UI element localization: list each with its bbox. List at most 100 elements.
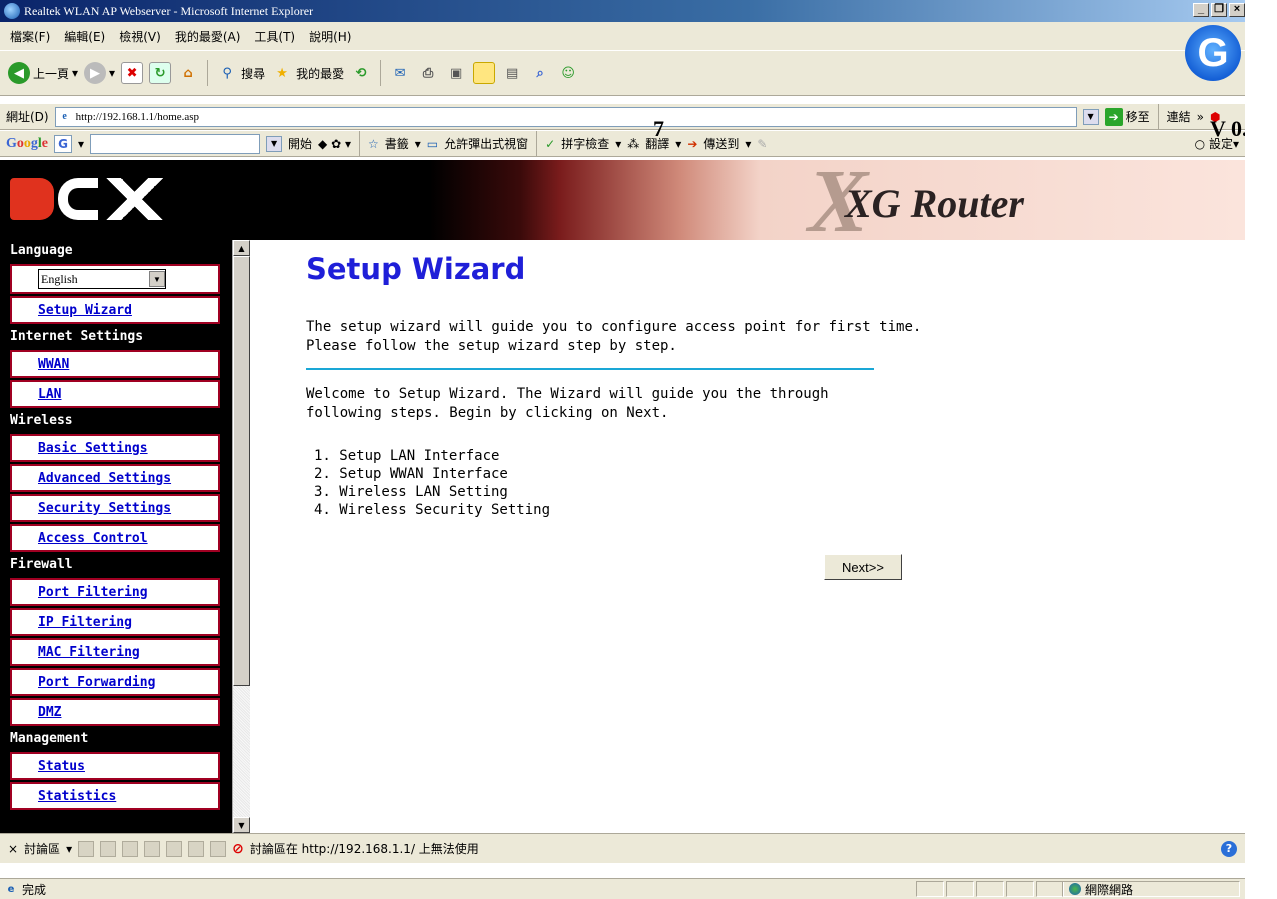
help-icon[interactable]: ? [1221,840,1237,857]
popup-blocker-button[interactable]: 允許彈出式視窗 [444,135,528,152]
google-logo: Google [6,135,48,151]
address-input[interactable]: e http://192.168.1.1/home.asp [54,106,1077,127]
scroll-thumb[interactable] [233,256,250,686]
favorites-button[interactable]: ★ 我的最愛 [271,62,344,84]
sidebar-item-status[interactable]: Status [10,752,220,780]
status-text: 完成 [22,882,47,897]
maximize-button[interactable]: ❐ [1211,3,1227,17]
google-toolbar: Google G ▾ ▼ 開始 ◆ ✿ ▾ ☆ 書籤 ▾ ▭ 允許彈出式視窗 ✓ 拼… [0,130,1245,157]
welcome-line-1: Welcome to Setup Wizard. The Wizard will… [306,386,829,402]
google-icons[interactable]: ◆ ✿ ▾ [318,137,351,151]
minimize-button[interactable]: _ [1193,3,1209,17]
discussion-tool-icon[interactable] [78,840,95,857]
search-icon: ⚲ [222,65,232,81]
sidebar-item-security-settings[interactable]: Security Settings [10,494,220,522]
logo-b-shape [10,178,54,220]
favorites-label: 我的最愛 [296,66,345,81]
window-title: Realtek WLAN AP Webserver - Microsoft In… [24,3,314,18]
language-select[interactable]: English ▼ [38,269,166,289]
next-button[interactable]: Next>> [824,554,902,580]
sidebar-item-basic-settings[interactable]: Basic Settings [10,434,220,462]
menu-tools[interactable]: 工具(T) [254,28,295,45]
mail-icon[interactable]: ✉ [389,62,411,84]
window-titlebar: Realtek WLAN AP Webserver - Microsoft In… [0,0,1245,22]
sidebar-item-access-control[interactable]: Access Control [10,524,220,552]
scroll-down-icon[interactable]: ▼ [233,817,250,833]
refresh-icon[interactable]: ↻ [149,62,172,84]
home-icon[interactable]: ⌂ [177,62,199,84]
status-bar: e 完成 網際網路 [0,878,1245,899]
google-g-logo: G [1185,25,1241,81]
notes-icon[interactable] [473,62,496,84]
sidebar-item-mac-filtering[interactable]: MAC Filtering [10,638,220,666]
research-icon[interactable]: ⌕ [529,62,551,84]
close-icon[interactable]: × [8,842,18,856]
go-button[interactable]: ➔ 移至 [1104,107,1150,126]
search-button[interactable]: ⚲ 搜尋 [216,62,265,84]
sidebar-item-setup-wizard[interactable]: Setup Wizard [10,296,220,324]
google-menu-icon[interactable]: G [54,134,72,153]
toolbar-separator [358,130,360,157]
chevron-right-icon[interactable]: » [1197,110,1204,124]
discussion-tool-icon[interactable] [144,840,161,857]
scroll-up-icon[interactable]: ▲ [233,240,250,256]
sidebar-item-ip-filtering[interactable]: IP Filtering [10,608,220,636]
menu-file[interactable]: 檔案(F) [10,28,50,45]
discussion-tool-icon[interactable] [122,840,139,857]
sidebar-item-advanced-settings[interactable]: Advanced Settings [10,464,220,492]
edit-icon[interactable]: ▣ [445,62,467,84]
menu-edit[interactable]: 編輯(E) [64,28,105,45]
intro-line-1: The setup wizard will guide you to confi… [306,319,922,335]
discussion-message: 討論區在 http://192.168.1.1/ 上無法使用 [249,842,479,856]
sidebar-item-port-forwarding[interactable]: Port Forwarding [10,668,220,696]
toolbar-separator [207,60,209,86]
back-button[interactable]: ◀ 上一頁 ▾ [8,62,78,84]
bookmarks-button[interactable]: 書籤 [385,135,409,152]
logo-m-shape [102,178,182,220]
discuss-icon[interactable]: ▤ [501,62,523,84]
google-start-button[interactable]: 開始 [288,135,312,152]
divider [306,368,874,370]
sidebar-heading-wireless: Wireless [10,413,73,428]
google-search-input[interactable] [90,133,261,154]
messenger-icon[interactable]: ☺ [557,62,579,84]
list-item: 1. Setup LAN Interface [314,448,500,464]
language-value: English [41,271,78,286]
discussion-tool-icon[interactable] [210,840,227,857]
sidebar-item-statistics[interactable]: Statistics [10,782,220,810]
sidebar-item-dmz[interactable]: DMZ [10,698,220,726]
history-icon[interactable]: ⟲ [350,62,372,84]
bookmark-star-icon: ☆ [367,136,379,151]
menu-help[interactable]: 說明(H) [309,28,351,45]
sendto-button[interactable]: 傳送到 [703,135,739,152]
google-search-dropdown-icon[interactable]: ▼ [266,135,283,152]
menu-favorites[interactable]: 我的最愛(A) [175,28,241,45]
star-icon: ★ [276,65,288,81]
forward-button[interactable]: ▶ ▾ [84,62,115,84]
close-button[interactable]: × [1229,3,1245,17]
forward-arrow-icon: ▶ [84,62,107,84]
pencil-icon[interactable]: ✎ [757,137,767,151]
discussion-bar: × 討論區 ▾ ⊘ 討論區在 http://192.168.1.1/ 上無法使用 … [0,833,1245,863]
discussion-tool-icon[interactable] [100,840,117,857]
globe-icon [1069,883,1081,895]
status-cell [946,881,974,897]
discussion-button[interactable]: 討論區 [24,840,60,857]
sidebar-item-lan[interactable]: LAN [10,380,220,408]
zone-label: 網際網路 [1085,882,1134,897]
links-button[interactable]: 連結 [1167,108,1191,125]
discussion-tool-icon[interactable] [166,840,183,857]
stop-icon[interactable]: ✖ [121,62,144,84]
page-icon: e [62,111,67,122]
print-icon[interactable]: ⎙ [417,62,439,84]
menu-view[interactable]: 檢視(V) [119,28,161,45]
welcome-line-2: following steps. Begin by clicking on Ne… [306,405,669,421]
sidebar-item-wwan[interactable]: WWAN [10,350,220,378]
sidebar-item-port-filtering[interactable]: Port Filtering [10,578,220,606]
spellcheck-button[interactable]: 拼字檢查 [561,135,609,152]
address-dropdown-icon[interactable]: ▼ [1082,108,1099,125]
intro-line-2: Please follow the setup wizard step by s… [306,338,677,354]
discussion-tool-icon[interactable] [188,840,205,857]
toolbar-separator [536,130,538,157]
sidebar-scrollbar[interactable]: ▲ ▼ [232,240,250,833]
